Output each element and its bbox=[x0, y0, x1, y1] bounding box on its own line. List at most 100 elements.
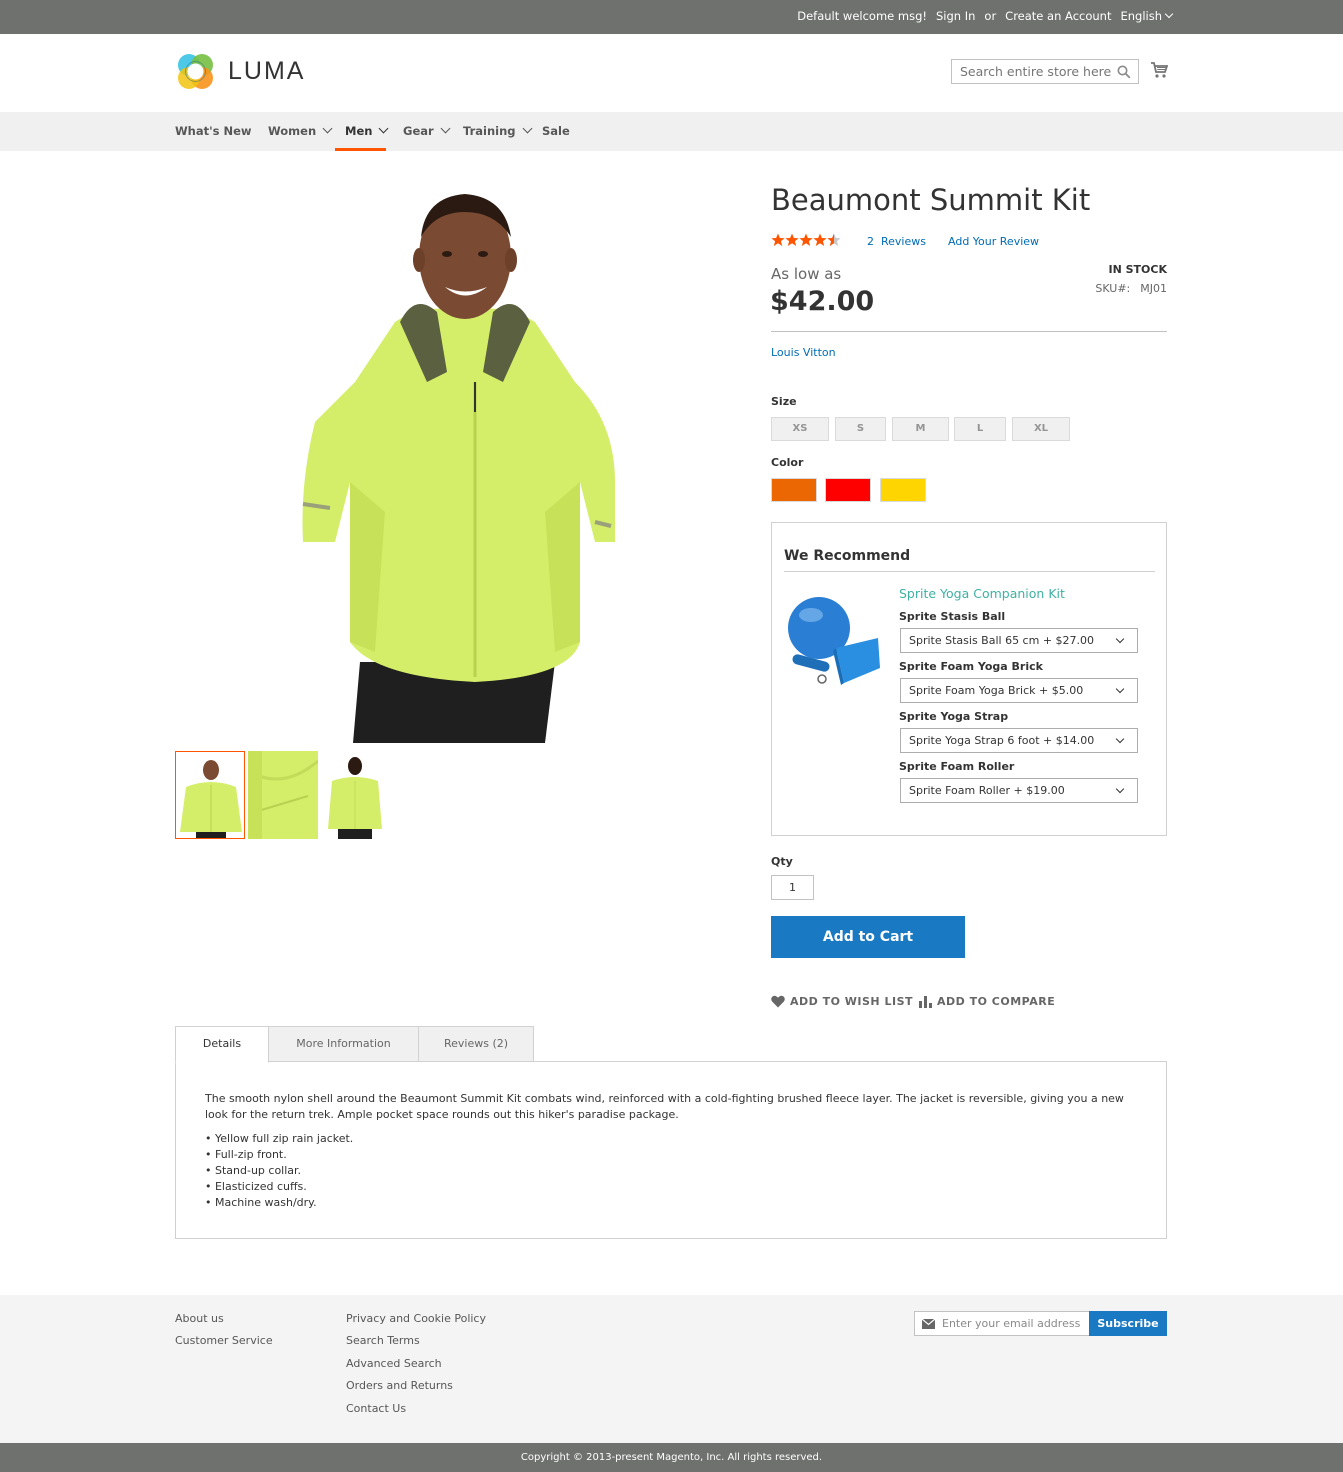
search-icon[interactable] bbox=[1117, 65, 1131, 79]
list-item: • Machine wash/dry. bbox=[205, 1196, 317, 1209]
footer-link-advanced-search[interactable]: Advanced Search bbox=[346, 1357, 442, 1370]
color-swatch-yellow[interactable] bbox=[880, 478, 926, 502]
chevron-down-icon bbox=[378, 123, 389, 134]
recommend-option-label: Sprite Yoga Strap bbox=[899, 710, 1009, 723]
recommend-option-label: Sprite Foam Roller bbox=[899, 760, 1015, 773]
nav-women[interactable]: Women bbox=[268, 112, 333, 151]
add-to-compare-link[interactable]: ADD TO COMPARE bbox=[919, 995, 1055, 1008]
select-value: Sprite Foam Yoga Brick + $5.00 bbox=[909, 684, 1084, 697]
tab-more-information[interactable]: More Information bbox=[268, 1026, 419, 1062]
list-item: • Elasticized cuffs. bbox=[205, 1180, 307, 1193]
nav-label: What's New bbox=[175, 124, 252, 138]
product-title: Beaumont Summit Kit bbox=[771, 183, 1091, 217]
product-price: $42.00 bbox=[770, 286, 875, 317]
nav-whats-new[interactable]: What's New bbox=[175, 112, 252, 151]
add-review-link[interactable]: Add Your Review bbox=[948, 235, 1039, 248]
search-box bbox=[951, 59, 1139, 84]
reviews-count: 2 bbox=[867, 235, 874, 248]
welcome-message: Default welcome msg! bbox=[797, 9, 927, 23]
select-value: Sprite Yoga Strap 6 foot + $14.00 bbox=[909, 734, 1095, 747]
nav-sale[interactable]: Sale bbox=[542, 112, 570, 151]
recommend-option-label: Sprite Foam Yoga Brick bbox=[899, 660, 1043, 673]
sign-in-link[interactable]: Sign In bbox=[936, 9, 975, 23]
footer-link-about[interactable]: About us bbox=[175, 1312, 224, 1325]
product-description: The smooth nylon shell around the Beaumo… bbox=[205, 1092, 1124, 1121]
footer-link-search-terms[interactable]: Search Terms bbox=[346, 1334, 420, 1347]
select-value: Sprite Foam Roller + $19.00 bbox=[909, 784, 1065, 797]
sku-label: SKU#: bbox=[1095, 282, 1131, 295]
color-swatch-orange[interactable] bbox=[771, 478, 817, 502]
footer-link-customer-service[interactable]: Customer Service bbox=[175, 1334, 273, 1347]
copyright-bar: Copyright © 2013-present Magento, Inc. A… bbox=[0, 1443, 1343, 1472]
rating-stars bbox=[771, 233, 841, 247]
star-half-icon bbox=[827, 233, 841, 246]
recommend-title: We Recommend bbox=[784, 548, 911, 564]
select-value: Sprite Stasis Ball 65 cm + $27.00 bbox=[909, 634, 1095, 647]
add-to-wishlist-link[interactable]: ADD TO WISH LIST bbox=[771, 995, 913, 1008]
qty-label: Qty bbox=[771, 855, 793, 868]
star-icon bbox=[799, 233, 813, 246]
thumbnail-image bbox=[248, 751, 318, 839]
size-option-m[interactable]: M bbox=[892, 417, 949, 441]
chevron-down-icon bbox=[1115, 684, 1125, 694]
nav-label: Gear bbox=[403, 124, 434, 138]
compare-label: ADD TO COMPARE bbox=[937, 995, 1056, 1008]
foam-roller-select[interactable]: Sprite Foam Roller + $19.00 bbox=[900, 778, 1138, 803]
product-thumbnail-detail[interactable] bbox=[248, 751, 318, 839]
nav-training[interactable]: Training bbox=[463, 112, 532, 151]
brand-link[interactable]: Louis Vitton bbox=[771, 346, 836, 359]
footer-link-orders-returns[interactable]: Orders and Returns bbox=[346, 1379, 453, 1392]
recommend-kit-name[interactable]: Sprite Yoga Companion Kit bbox=[899, 586, 1065, 601]
stock-status: IN STOCK bbox=[1108, 263, 1167, 276]
footer-link-contact[interactable]: Contact Us bbox=[346, 1402, 406, 1415]
star-icon bbox=[813, 233, 827, 246]
thumbnail-image bbox=[320, 751, 390, 839]
subscribe-button[interactable]: Subscribe bbox=[1089, 1311, 1167, 1336]
chevron-down-icon bbox=[1115, 784, 1125, 794]
sku-value: MJ01 bbox=[1140, 282, 1167, 295]
product-thumbnail-back[interactable] bbox=[320, 751, 390, 839]
jacket-model-image bbox=[175, 182, 735, 743]
nav-men[interactable]: Men bbox=[335, 112, 389, 151]
size-option-s[interactable]: S bbox=[835, 417, 886, 441]
heart-icon bbox=[771, 995, 785, 1008]
list-item: • Full-zip front. bbox=[205, 1148, 287, 1161]
size-option-l[interactable]: L bbox=[954, 417, 1006, 441]
product-thumbnail-front[interactable] bbox=[175, 751, 245, 839]
create-account-link[interactable]: Create an Account bbox=[1005, 9, 1111, 23]
tab-details[interactable]: Details bbox=[175, 1026, 269, 1063]
footer-link-privacy[interactable]: Privacy and Cookie Policy bbox=[346, 1312, 486, 1325]
star-icon bbox=[771, 233, 785, 246]
nav-label: Sale bbox=[542, 124, 570, 138]
or-text: or bbox=[984, 9, 997, 23]
color-swatch-red[interactable] bbox=[825, 478, 871, 502]
sku-line: SKU#: MJ01 bbox=[1095, 282, 1167, 295]
nav-gear[interactable]: Gear bbox=[403, 112, 451, 151]
yoga-brick-select[interactable]: Sprite Foam Yoga Brick + $5.00 bbox=[900, 678, 1138, 703]
cart-icon[interactable] bbox=[1150, 61, 1168, 79]
search-input[interactable] bbox=[952, 60, 1112, 83]
chevron-down-icon bbox=[1115, 734, 1125, 744]
product-main-image[interactable] bbox=[175, 182, 735, 743]
reviews-link[interactable]: 2 Reviews bbox=[867, 235, 926, 248]
yoga-strap-select[interactable]: Sprite Yoga Strap 6 foot + $14.00 bbox=[900, 728, 1138, 753]
qty-input[interactable]: 1 bbox=[771, 875, 814, 900]
size-option-xl[interactable]: XL bbox=[1012, 417, 1070, 441]
divider bbox=[784, 571, 1155, 572]
chevron-down-icon bbox=[322, 123, 333, 134]
top-bar: Default welcome msg! Sign In or Create a… bbox=[0, 0, 1343, 34]
store-logo[interactable]: LUMA bbox=[175, 51, 305, 92]
tab-reviews[interactable]: Reviews (2) bbox=[418, 1026, 534, 1062]
add-to-cart-button[interactable]: Add to Cart bbox=[771, 916, 965, 958]
stasis-ball-select[interactable]: Sprite Stasis Ball 65 cm + $27.00 bbox=[900, 628, 1138, 653]
language-label: English bbox=[1120, 9, 1162, 23]
list-item: • Yellow full zip rain jacket. bbox=[205, 1132, 354, 1145]
recommend-box: We Recommend Sprite Yoga Companion Kit S… bbox=[771, 522, 1167, 836]
size-option-xs[interactable]: XS bbox=[771, 417, 829, 441]
chevron-down-icon bbox=[522, 123, 532, 134]
yoga-kit-image[interactable] bbox=[786, 593, 882, 691]
tab-content-details: The smooth nylon shell around the Beaumo… bbox=[175, 1061, 1167, 1239]
newsletter-email-input[interactable] bbox=[942, 1312, 1087, 1335]
list-item: • Stand-up collar. bbox=[205, 1164, 302, 1177]
language-switcher[interactable]: English bbox=[1120, 9, 1174, 23]
